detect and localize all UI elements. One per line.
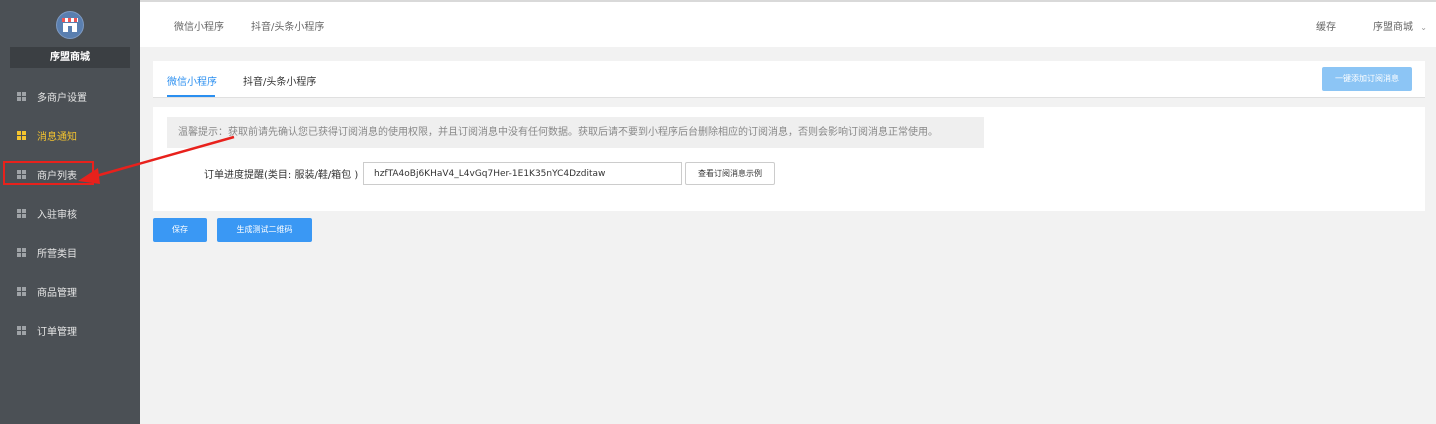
view-example-button[interactable]: 查看订阅消息示例	[685, 162, 775, 185]
grid-icon	[17, 92, 26, 101]
chevron-down-icon: ⌄	[1420, 23, 1427, 32]
tip-message: 温馨提示：获取前请先确认您已获得订阅消息的使用权限，并且订阅消息中没有任何数据。…	[167, 117, 984, 148]
store-dropdown[interactable]: 序盟商城 ⌄	[1373, 18, 1427, 33]
sidebar-item-products[interactable]: 商品管理	[0, 272, 140, 311]
sidebar-item-notifications[interactable]: 消息通知	[0, 116, 140, 155]
content-tabs: 微信小程序 抖音/头条小程序 一键添加订阅消息	[153, 61, 1425, 98]
sidebar-item-categories[interactable]: 所营类目	[0, 233, 140, 272]
sidebar-menu: 多商户设置 消息通知 商户列表 入驻审核 所营类目 商品管理 订单管理	[0, 77, 140, 350]
order-progress-label: 订单进度提醒(类目: 服装/鞋/箱包 )	[204, 170, 359, 181]
grid-icon	[17, 248, 26, 257]
store-name: 序盟商城	[10, 47, 130, 68]
grid-icon	[17, 209, 26, 218]
sidebar-item-label: 所营类目	[37, 249, 77, 260]
sidebar-item-label: 多商户设置	[37, 93, 87, 104]
logo-area: 序盟商城	[0, 0, 140, 72]
grid-icon	[17, 131, 26, 140]
cache-link[interactable]: 缓存	[1316, 18, 1336, 33]
sidebar-item-label: 消息通知	[37, 132, 77, 143]
store-logo-icon	[56, 11, 84, 39]
sidebar-item-label: 入驻审核	[37, 210, 77, 221]
grid-icon	[17, 287, 26, 296]
active-tab-indicator	[167, 95, 215, 97]
sidebar-item-orders[interactable]: 订单管理	[0, 311, 140, 350]
tab-douyin[interactable]: 抖音/头条小程序	[243, 73, 316, 88]
top-tab-wechat[interactable]: 微信小程序	[174, 18, 224, 33]
store-dropdown-label: 序盟商城	[1373, 22, 1413, 33]
tab-wechat[interactable]: 微信小程序	[167, 73, 217, 88]
add-subscription-button[interactable]: 一键添加订阅消息	[1322, 67, 1412, 91]
template-id-input[interactable]	[363, 162, 682, 185]
sidebar-item-label: 商品管理	[37, 288, 77, 299]
subscription-card: 温馨提示：获取前请先确认您已获得订阅消息的使用权限，并且订阅消息中没有任何数据。…	[153, 107, 1425, 211]
top-tab-douyin[interactable]: 抖音/头条小程序	[251, 18, 324, 33]
grid-icon	[17, 326, 26, 335]
sidebar-item-entry-review[interactable]: 入驻审核	[0, 194, 140, 233]
sidebar-item-merchant-settings[interactable]: 多商户设置	[0, 77, 140, 116]
top-bar: 微信小程序 抖音/头条小程序 缓存 序盟商城 ⌄	[140, 0, 1436, 47]
sidebar: 序盟商城 多商户设置 消息通知 商户列表 入驻审核 所营类目 商品管理 订单管理	[0, 0, 140, 424]
generate-qrcode-button[interactable]: 生成测试二维码	[217, 218, 312, 242]
save-button[interactable]: 保存	[153, 218, 207, 242]
sidebar-item-label: 订单管理	[37, 327, 77, 338]
annotation-highlight-box	[3, 161, 94, 185]
